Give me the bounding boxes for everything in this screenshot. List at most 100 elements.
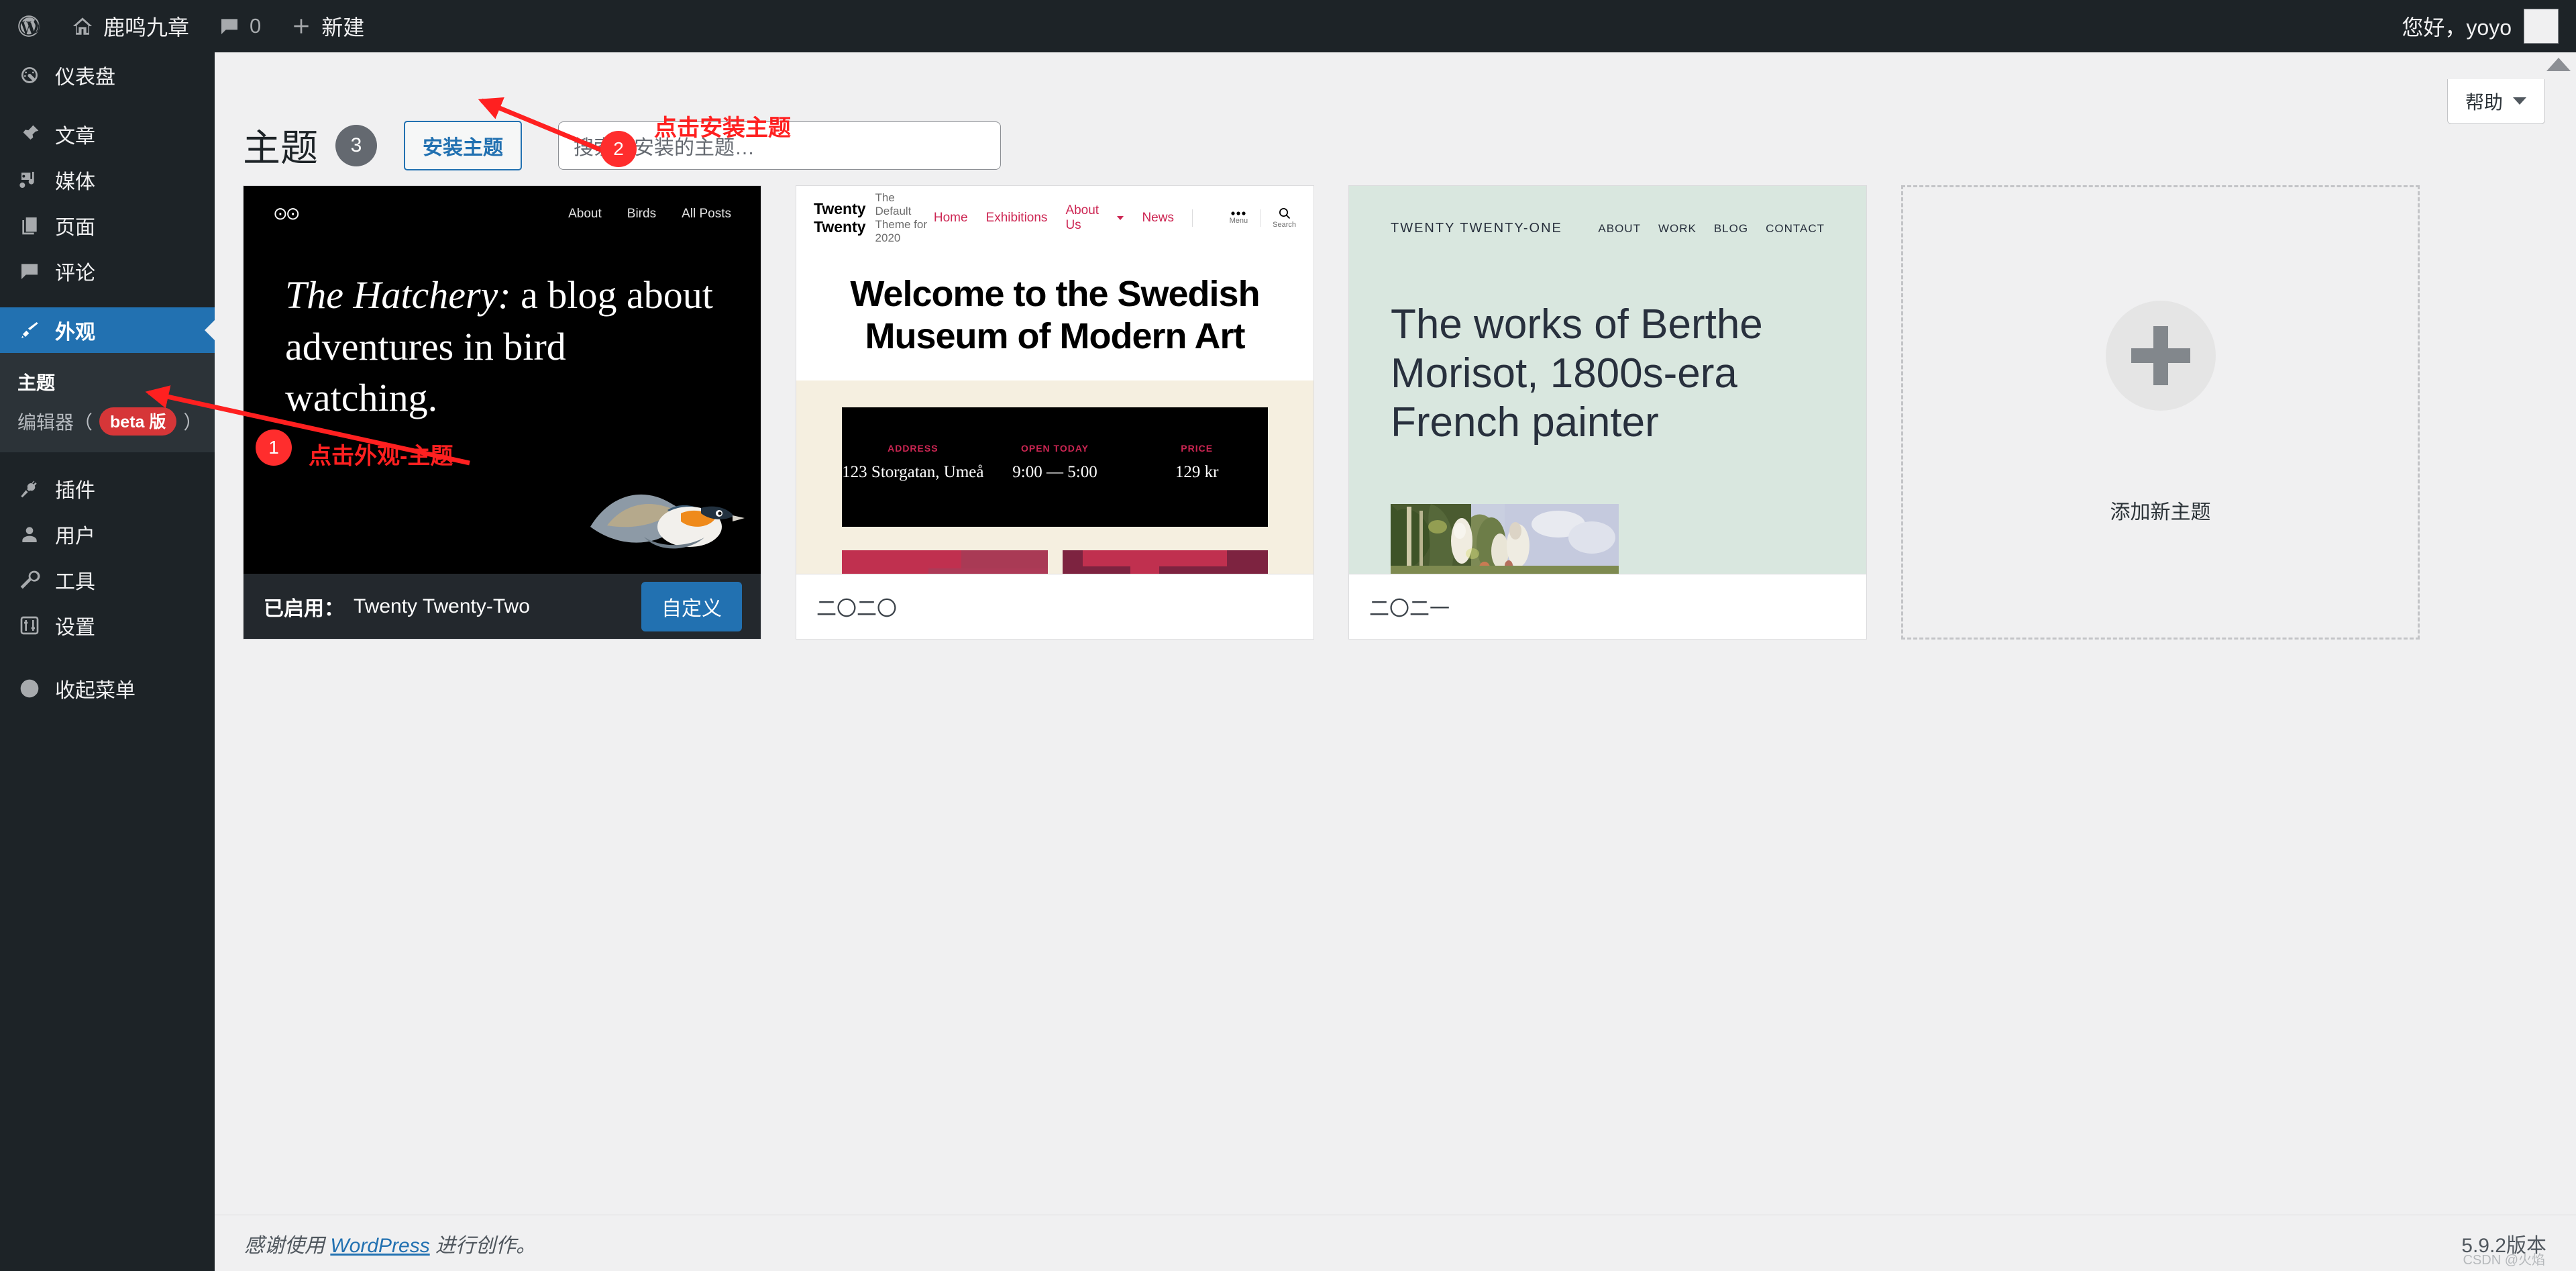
sidebar-item-dashboard[interactable]: 仪表盘 [0,52,215,98]
nav-link: About [568,206,602,221]
nav-link: Exhibitions [985,211,1048,225]
sidebar-item-users[interactable]: 用户 [0,511,215,557]
sidebar-label: 页面 [55,217,95,239]
theme-count-badge: 3 [335,124,377,166]
info-column: PRICE 129 kr [1126,407,1268,527]
info-column: OPEN TODAY 9:00 — 5:00 [984,407,1126,527]
wordpress-logo-menu[interactable] [0,0,56,52]
site-name: 鹿鸣九章 [103,15,190,40]
sidebar-item-media[interactable]: 媒体 [0,157,215,203]
admin-bar: 鹿鸣九章 0 新建 您好，yoyo [0,0,2576,52]
collapse-menu-button[interactable]: 收起菜单 [0,666,215,711]
active-theme-name-wrap: 已启用： Twenty Twenty-Two [264,592,530,621]
preview-headline: The Hatchery: a blog about adventures in… [285,270,720,424]
sidebar-subitem-editor[interactable]: 编辑器（ beta 版 ） [0,401,215,442]
info-column: ADDRESS 123 Storgatan, Umeå [842,407,984,527]
preview-blocks [842,550,1268,574]
watermark: CSDN @火焰 [2463,1253,2545,1268]
appearance-submenu: 主题 编辑器（ beta 版 ） [0,353,215,452]
search-label: Search [1273,221,1296,229]
theme-screenshot[interactable]: Twenty Twenty The Default Theme for 2020… [796,186,1313,574]
search-icon: Search [1273,207,1296,229]
sidebar-item-settings[interactable]: 设置 [0,603,215,648]
sidebar-label: 评论 [55,262,95,285]
block-left [842,550,1048,574]
nav-link: WORK [1658,221,1697,235]
nav-link: Home [933,211,968,225]
preview-nav-links: Home Exhibitions About Us News Menu Sear… [934,203,1296,233]
pin-icon [17,123,42,145]
sidebar-label: 仪表盘 [55,66,115,89]
sidebar-item-posts[interactable]: 文章 [0,111,215,157]
customize-button[interactable]: 自定义 [641,581,742,631]
sidebar-item-tools[interactable]: 工具 [0,557,215,603]
block-right [1062,550,1268,574]
submenu-label-suffix: ） [183,412,203,433]
dashboard-icon [17,64,42,86]
help-tab-button[interactable]: 帮助 [2447,79,2545,124]
theme-name: Twenty Twenty-Two [354,595,530,617]
wordpress-link[interactable]: WordPress [330,1235,429,1257]
search-placeholder: 搜索已安装的主题… [574,136,755,159]
preview-nav-links: About Birds All Posts [568,207,731,221]
media-icon [17,169,42,191]
menu-label: Menu [1229,217,1248,225]
nav-link: All Posts [682,206,731,221]
theme-card[interactable]: Twenty Twenty The Default Theme for 2020… [796,185,1314,640]
theme-card[interactable]: TWENTY TWENTY-ONE ABOUT WORK BLOG CONTAC… [1348,185,1867,640]
brush-icon [17,319,42,341]
wrench-icon [17,569,42,591]
info-label: OPEN TODAY [1020,443,1089,454]
plus-icon [290,15,312,37]
add-new-theme-card[interactable]: 添加新主题 [1901,185,2420,640]
preview-tagline: The Default Theme for 2020 [875,191,928,244]
sidebar-item-comments[interactable]: 评论 [0,248,215,294]
sidebar-label: 媒体 [55,171,95,193]
nav-link: News [1142,211,1174,225]
sidebar-item-pages[interactable]: 页面 [0,203,215,248]
preview-nav-links: ABOUT WORK BLOG CONTACT [1598,222,1825,236]
nav-link: About Us [1065,203,1099,232]
nav-link: Birds [627,206,657,221]
plug-icon [17,478,42,499]
page-title: 主题 [243,127,318,169]
sidebar-label: 工具 [55,571,95,593]
sidebar-label: 用户 [55,525,95,548]
theme-screenshot[interactable]: ⊙⊙ About Birds All Posts The Hatchery: a… [244,186,761,574]
sidebar-label: 外观 [55,321,95,344]
scroll-up-arrow-icon [2546,58,2571,71]
footer-thanks-prefix: 感谢使用 [244,1234,331,1257]
user-icon [17,523,42,545]
preview-nav: TWENTY TWENTY-ONE ABOUT WORK BLOG CONTAC… [1349,221,1866,236]
add-theme-label: 添加新主题 [2110,501,2211,523]
greeting-label: 您好，yoyo [2402,15,2512,40]
beta-badge: beta 版 [99,407,177,436]
page-icon [17,215,42,236]
preview-title: The works of Berthe Morisot, 1800s-era F… [1391,301,1763,446]
info-value: 129 kr [1175,463,1219,481]
wordpress-icon [16,13,42,39]
ellipsis-icon: Menu [1230,211,1248,225]
sidebar-label: 文章 [55,125,95,148]
admin-sidebar: 仪表盘 文章 媒体 页面 评论 外观 主题 编辑器（ beta 版 ） 插件 用… [0,52,215,1271]
comment-bubble-icon [219,15,240,37]
theme-screenshot[interactable]: TWENTY TWENTY-ONE ABOUT WORK BLOG CONTAC… [1349,186,1866,574]
site-name-menu[interactable]: 鹿鸣九章 [56,0,204,52]
preview-brand: Twenty Twenty [814,200,866,236]
sidebar-subitem-themes[interactable]: 主题 [0,362,215,401]
sidebar-label: 设置 [55,617,95,639]
chevron-down-icon [2512,97,2527,106]
nav-link: CONTACT [1766,221,1825,235]
preview-info-bar: ADDRESS 123 Storgatan, Umeå OPEN TODAY 9… [842,407,1268,527]
new-content-menu[interactable]: 新建 [276,0,379,52]
divider [1191,209,1193,227]
add-theme-button[interactable]: 安装主题 [404,120,522,170]
my-account-menu[interactable]: 您好，yoyo [2384,0,2576,52]
comments-menu[interactable]: 0 [204,0,276,52]
active-label: 已启用： [264,597,344,620]
theme-card-active[interactable]: ⊙⊙ About Birds All Posts The Hatchery: a… [243,185,761,640]
sidebar-item-plugins[interactable]: 插件 [0,466,215,511]
search-input[interactable]: 搜索已安装的主题… [558,121,1001,170]
preview-nav: ⊙⊙ About Birds All Posts [244,203,761,224]
sidebar-item-appearance[interactable]: 外观 [0,307,215,353]
